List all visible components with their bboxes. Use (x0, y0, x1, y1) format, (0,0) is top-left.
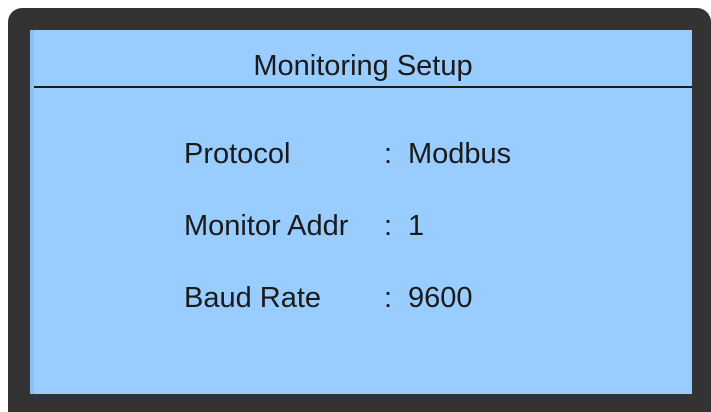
setting-row-baud-rate[interactable]: Baud Rate : 9600 (184, 282, 511, 354)
setting-value: 1 (408, 210, 425, 242)
setting-value: Modbus (408, 138, 512, 170)
setting-value: 9600 (408, 282, 473, 314)
screen-title: Monitoring Setup (34, 30, 692, 88)
setting-row-protocol[interactable]: Protocol : Modbus (184, 138, 511, 210)
setting-separator: : (384, 282, 393, 314)
settings-list: Protocol : Modbus Monitor Addr : 1 Baud … (184, 138, 511, 354)
setting-row-monitor-addr[interactable]: Monitor Addr : 1 (184, 210, 511, 282)
setting-label: Baud Rate (184, 282, 322, 314)
lcd-screen: Monitoring Setup Protocol : Modbus Monit… (30, 30, 692, 394)
setting-label: Protocol (184, 138, 291, 170)
setting-separator: : (384, 210, 393, 242)
setting-separator: : (384, 138, 393, 170)
setting-label: Monitor Addr (184, 210, 349, 242)
